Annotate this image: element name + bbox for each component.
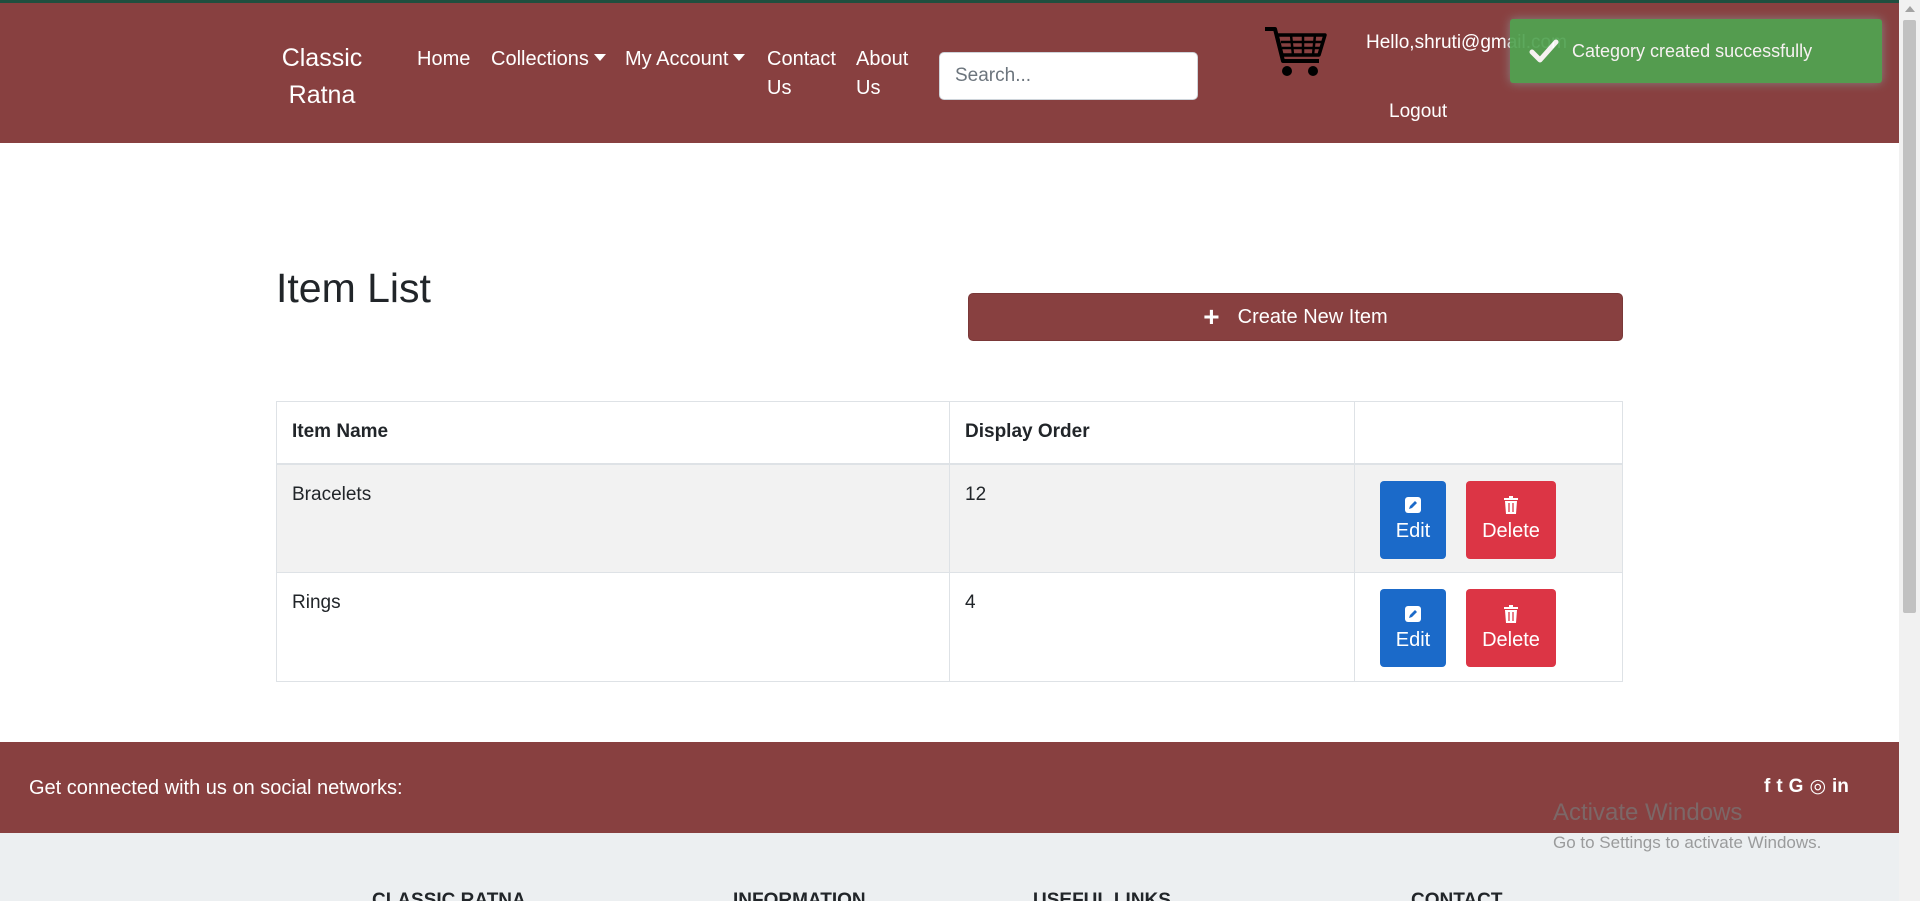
create-new-item-button[interactable]: + Create New Item [968, 293, 1623, 341]
windows-watermark-subtitle: Go to Settings to activate Windows. [1553, 833, 1822, 852]
windows-watermark-title: Activate Windows [1553, 799, 1743, 826]
page-scrollbar[interactable] [1899, 0, 1920, 901]
delete-label: Delete [1482, 520, 1540, 542]
caret-down-icon [593, 54, 606, 61]
cell-display-order: 4 [949, 572, 1355, 682]
cell-item-name: Rings [276, 572, 950, 682]
social-icons: f t G ◎ in [1764, 775, 1849, 799]
nav-home[interactable]: Home [417, 45, 470, 74]
nav-contact-us[interactable]: Contact Us [767, 45, 841, 103]
delete-button[interactable]: Delete [1466, 480, 1556, 559]
cell-item-name: Bracelets [276, 463, 950, 573]
edit-icon [1405, 497, 1421, 513]
delete-label: Delete [1482, 628, 1540, 651]
footer-heading-information: Information [733, 890, 866, 901]
edit-icon [1405, 605, 1421, 622]
brand-logo[interactable]: Classic Ratna [252, 40, 392, 114]
header-display-order: Display Order [949, 401, 1355, 465]
nav-collections[interactable]: Collections [491, 45, 606, 74]
edit-button[interactable]: Edit [1380, 480, 1446, 559]
header-actions [1354, 401, 1623, 465]
social-text: Get connected with us on social networks… [29, 777, 403, 799]
nav-about-us[interactable]: About Us [856, 45, 920, 103]
trash-icon [1504, 496, 1518, 514]
footer-heading-useful-links: Useful Links [1033, 890, 1171, 901]
search-input[interactable] [939, 52, 1198, 100]
scroll-thumb[interactable] [1903, 20, 1916, 613]
checkmark-icon [1529, 39, 1559, 63]
table-row: Rings 4 Edit Delete [276, 572, 1623, 682]
nav-collections-label: Collections [491, 48, 589, 70]
cell-actions: Edit Delete [1354, 572, 1623, 682]
linkedin-icon[interactable]: in [1832, 775, 1849, 799]
caret-down-icon [733, 54, 746, 61]
header-item-name: Item Name [276, 401, 950, 465]
trash-icon [1504, 604, 1518, 623]
footer-heading-classic-ratna: Classic Ratna [372, 890, 526, 901]
google-icon[interactable]: G [1789, 775, 1804, 799]
cell-display-order: 12 [949, 463, 1355, 573]
nav-my-account-label: My Account [625, 48, 729, 70]
instagram-icon[interactable]: ◎ [1809, 775, 1826, 799]
nav-my-account[interactable]: My Account [625, 45, 746, 74]
scroll-up-arrow-icon[interactable] [1905, 6, 1915, 12]
delete-button[interactable]: Delete [1466, 589, 1556, 667]
edit-label: Edit [1395, 520, 1431, 542]
logout-link[interactable]: Logout [1389, 97, 1447, 126]
plus-icon: + [1203, 301, 1220, 332]
twitter-icon[interactable]: t [1776, 775, 1782, 799]
page-title: Item List [276, 265, 431, 311]
table-header-row: Item Name Display Order [276, 401, 1623, 465]
shopping-cart-icon[interactable] [1263, 25, 1327, 79]
table-row: Bracelets 12 Edit Delete [276, 463, 1623, 573]
cell-actions: Edit Delete [1354, 463, 1623, 573]
facebook-icon[interactable]: f [1764, 775, 1770, 799]
footer-heading-contact: Contact [1411, 890, 1503, 901]
toast-message: Category created successfully [1572, 41, 1813, 61]
create-new-item-label: Create New Item [1237, 305, 1388, 328]
edit-label: Edit [1395, 628, 1431, 651]
edit-button[interactable]: Edit [1380, 589, 1446, 667]
success-toast[interactable]: Category created successfully [1510, 19, 1882, 83]
items-table: Item Name Display Order Bracelets 12 Edi… [276, 401, 1623, 682]
